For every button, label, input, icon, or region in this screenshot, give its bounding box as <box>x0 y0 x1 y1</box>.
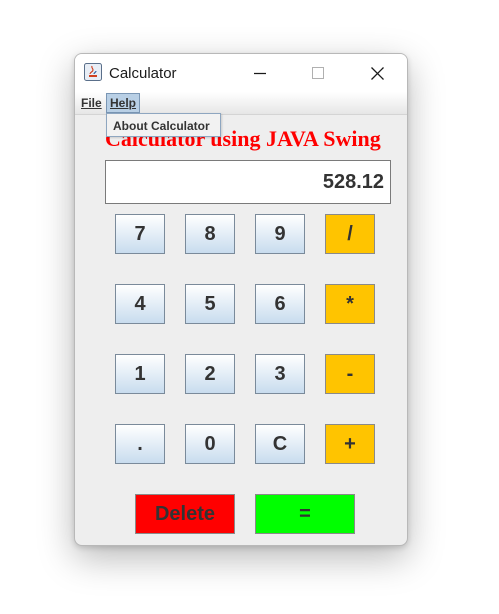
menu-file[interactable]: File <box>78 94 105 112</box>
key-9[interactable]: 9 <box>255 214 305 254</box>
java-app-icon <box>84 63 102 81</box>
key-0[interactable]: 0 <box>185 424 235 464</box>
key-6[interactable]: 6 <box>255 284 305 324</box>
result-display[interactable]: 528.12 <box>105 160 391 204</box>
key-1[interactable]: 1 <box>115 354 165 394</box>
maximize-button[interactable] <box>293 54 343 92</box>
menu-item-about-calculator[interactable]: About Calculator <box>113 119 210 133</box>
maximize-icon <box>312 67 324 79</box>
key-add[interactable]: + <box>325 424 375 464</box>
key-divide[interactable]: / <box>325 214 375 254</box>
key-2[interactable]: 2 <box>185 354 235 394</box>
key-5[interactable]: 5 <box>185 284 235 324</box>
key-multiply[interactable]: * <box>325 284 375 324</box>
delete-button[interactable]: Delete <box>135 494 235 534</box>
window-title: Calculator <box>109 65 177 82</box>
minimize-button[interactable] <box>235 54 285 92</box>
key-3[interactable]: 3 <box>255 354 305 394</box>
key-8[interactable]: 8 <box>185 214 235 254</box>
key-7[interactable]: 7 <box>115 214 165 254</box>
key-subtract[interactable]: - <box>325 354 375 394</box>
close-icon <box>370 66 384 80</box>
calculator-window: Calculator File Help About Calculator Ca… <box>74 53 408 546</box>
key-decimal[interactable]: . <box>115 424 165 464</box>
close-button[interactable] <box>352 54 402 92</box>
minimize-icon <box>254 72 266 75</box>
key-clear[interactable]: C <box>255 424 305 464</box>
help-menu-popup: About Calculator <box>106 113 221 137</box>
title-bar[interactable]: Calculator <box>75 54 407 92</box>
menu-help[interactable]: Help <box>106 93 141 113</box>
equals-button[interactable]: = <box>255 494 355 534</box>
menu-bar: File Help <box>75 92 407 115</box>
key-4[interactable]: 4 <box>115 284 165 324</box>
